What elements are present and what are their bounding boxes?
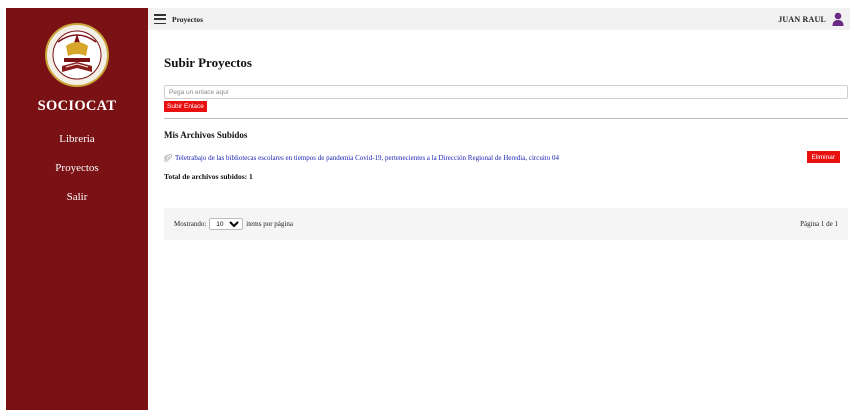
items-per-page-label: items por página: [246, 220, 293, 228]
sociocat-logo: [45, 23, 109, 87]
topbar-title: Proyectos: [172, 14, 204, 24]
delete-button[interactable]: Eliminar: [806, 151, 840, 163]
sidebar-item-libreria[interactable]: Libreria: [59, 125, 94, 154]
user-name: JUAN RAUL: [778, 14, 826, 24]
file-link[interactable]: Teletrabajo de las bibliotecas escolares…: [175, 154, 559, 162]
link-input[interactable]: [164, 85, 848, 99]
sidebar-item-proyectos[interactable]: Proyectos: [55, 154, 98, 183]
items-per-page-select[interactable]: 10: [209, 218, 244, 230]
files-section-title: Mis Archivos Subidos: [164, 130, 248, 140]
file-list-item: Teletrabajo de las bibliotecas escolares…: [164, 151, 848, 164]
topbar: Proyectos JUAN RAUL: [148, 8, 850, 30]
hamburger-menu-icon[interactable]: [154, 14, 166, 24]
page-info: Página 1 de 1: [800, 220, 838, 228]
pagination-bar: Mostrando: 10 items por página Página 1 …: [164, 208, 848, 240]
main-content: Subir Proyectos Subir Enlace Mis Archivo…: [164, 30, 848, 240]
sidebar-nav: Libreria Proyectos Salir: [55, 125, 98, 212]
user-icon[interactable]: [832, 12, 844, 26]
submit-link-button[interactable]: Subir Enlace: [164, 101, 207, 112]
paperclip-icon: [164, 154, 172, 162]
total-files: Total de archivos subidos: 1: [164, 172, 253, 181]
brand-title: SOCIOCAT: [37, 98, 117, 114]
page-title: Subir Proyectos: [164, 55, 252, 70]
divider: [164, 118, 848, 119]
sidebar: SOCIOCAT Libreria Proyectos Salir: [6, 8, 148, 410]
sidebar-item-salir[interactable]: Salir: [67, 183, 88, 212]
showing-label: Mostrando:: [174, 220, 207, 228]
